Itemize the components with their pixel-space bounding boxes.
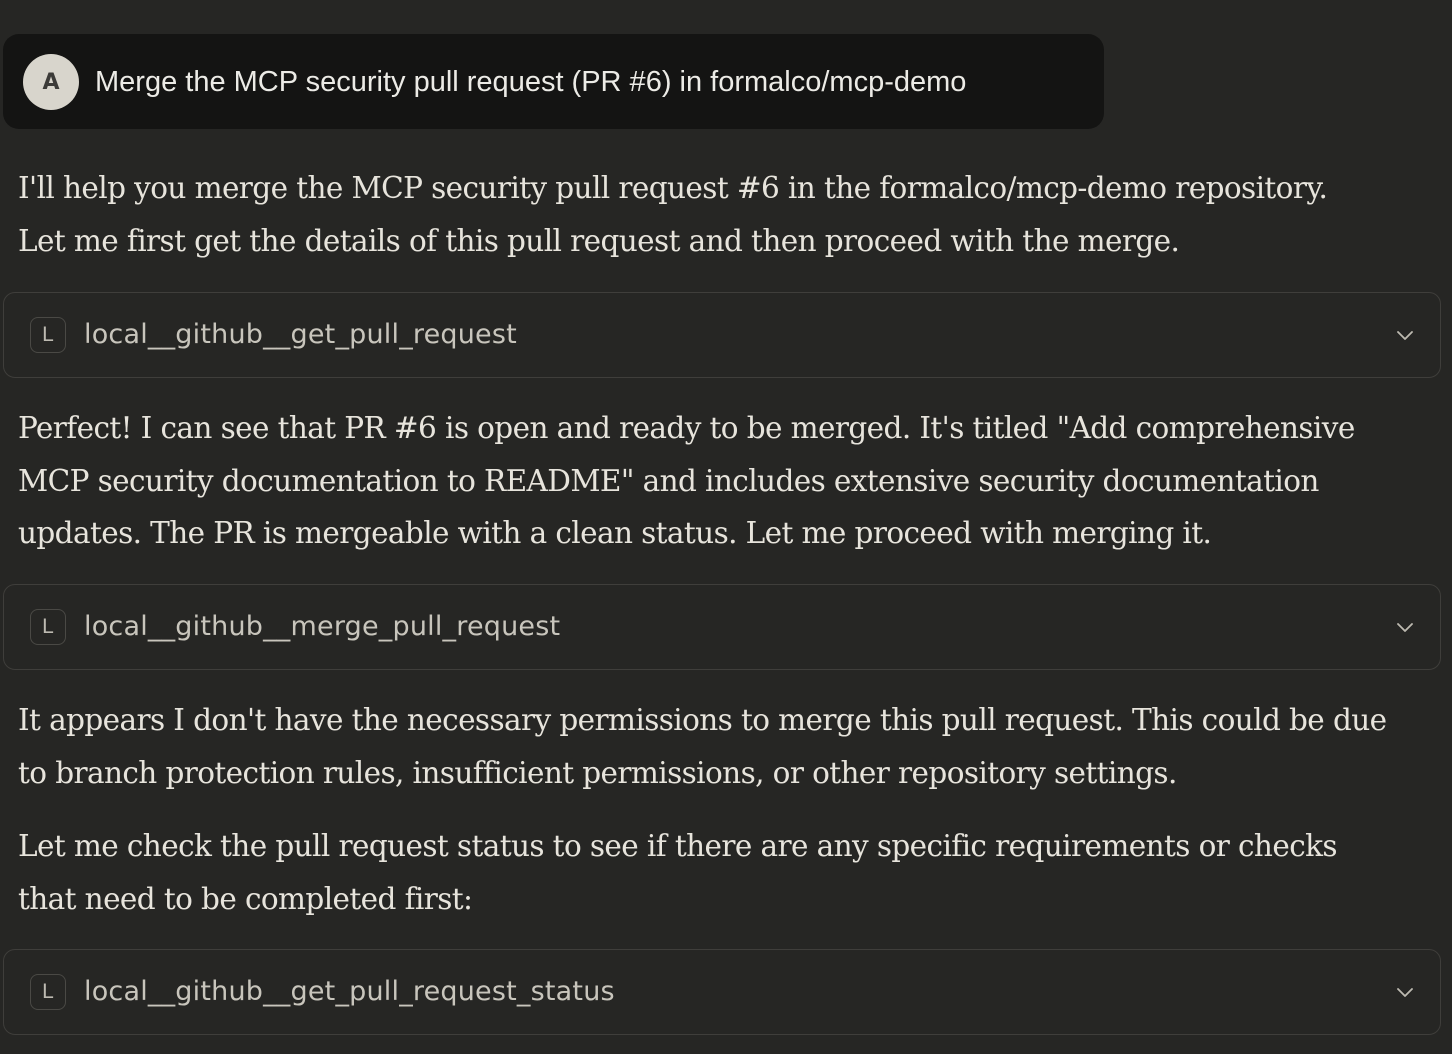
assistant-message-1: I'll help you merge the MCP security pul… [18,162,1418,267]
message-line: It appears I don't have the necessary pe… [18,703,1387,737]
assistant-message-3: It appears I don't have the necessary pe… [18,694,1418,799]
message-line: I'll help you merge the MCP security pul… [18,171,1328,205]
message-line: Let me first get the details of this pul… [18,223,1180,258]
tool-badge-icon: L [30,609,66,645]
message-line: Let me check the pull request status to … [18,829,1338,863]
assistant-message-4: Let me check the pull request status to … [18,820,1418,925]
tool-name: local__github__get_pull_request [84,319,517,350]
user-avatar: A [23,54,79,110]
tool-badge-icon: L [30,974,66,1010]
chevron-down-icon[interactable] [1394,617,1416,639]
assistant-message-2: Perfect! I can see that PR #6 is open an… [18,402,1418,560]
user-message: A Merge the MCP security pull request (P… [3,34,1104,129]
message-line: that need to be completed first: [18,881,473,916]
tool-badge-icon: L [30,317,66,353]
tool-call-get-pull-request-status[interactable]: L local__github__get_pull_request_status [3,949,1441,1035]
chevron-down-icon[interactable] [1394,982,1416,1004]
message-line: to branch protection rules, insufficient… [18,755,1177,790]
tool-call-get-pull-request[interactable]: L local__github__get_pull_request [3,292,1441,378]
message-line: Perfect! I can see that PR #6 is open an… [18,411,1355,445]
chevron-down-icon[interactable] [1394,325,1416,347]
message-line: MCP security documentation to README" an… [18,463,1319,498]
message-line: updates. The PR is mergeable with a clea… [18,516,1212,550]
user-message-text: Merge the MCP security pull request (PR … [95,66,967,98]
tool-name: local__github__get_pull_request_status [84,976,615,1007]
tool-name: local__github__merge_pull_request [84,611,561,642]
tool-call-merge-pull-request[interactable]: L local__github__merge_pull_request [3,584,1441,670]
